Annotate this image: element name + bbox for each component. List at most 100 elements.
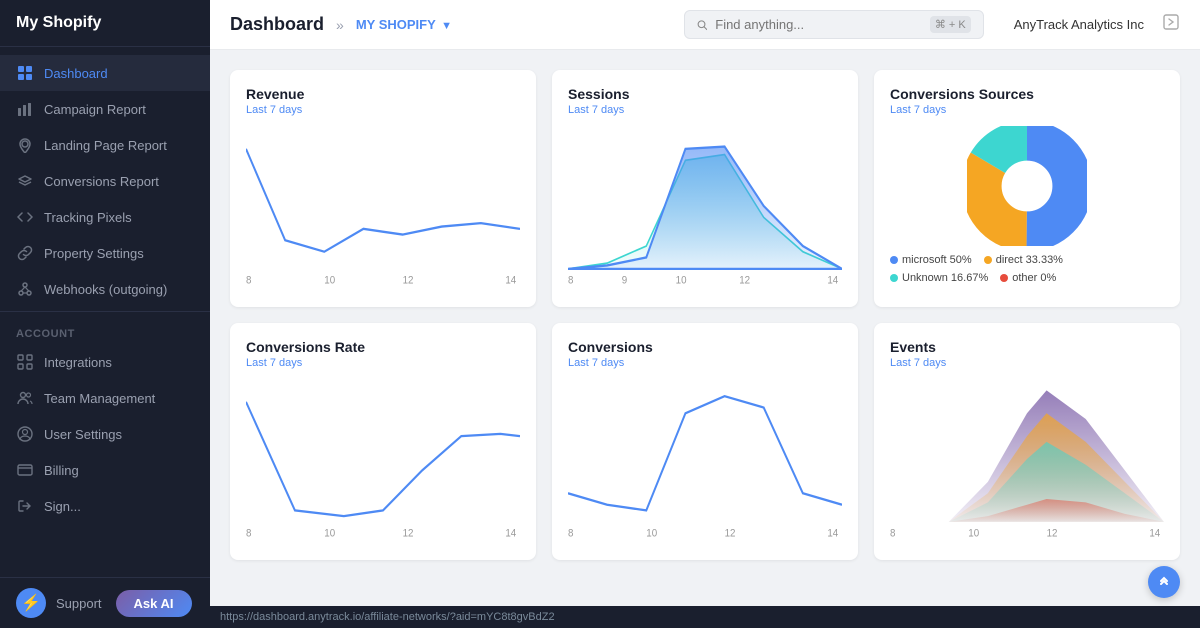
sidebar-bottom: ⚡ Support Ask AI [0, 577, 210, 628]
sidebar-item-team[interactable]: Team Management [0, 380, 210, 416]
conversions-chart: 8 10 12 14 [568, 379, 842, 539]
conversions-sources-title: Conversions Sources [890, 86, 1164, 102]
events-card: Events Last 7 days [874, 323, 1180, 560]
page-title: Dashboard [230, 14, 324, 35]
webhook-icon [16, 280, 34, 298]
sidebar-nav: Dashboard Campaign Report Landing Page R… [0, 47, 210, 577]
scroll-button[interactable] [1148, 566, 1180, 598]
sidebar-item-user-settings[interactable]: User Settings [0, 416, 210, 452]
bar-chart-icon [16, 100, 34, 118]
sidebar-item-label: Dashboard [44, 66, 108, 81]
pie-chart [967, 126, 1087, 246]
legend-label-microsoft: microsoft 50% [902, 254, 972, 266]
sidebar-item-label: Tracking Pixels [44, 210, 132, 225]
legend-dot-microsoft [890, 256, 898, 264]
integrations-icon [16, 353, 34, 371]
search-input[interactable] [715, 17, 922, 32]
revenue-title: Revenue [246, 86, 520, 102]
svg-text:12: 12 [739, 274, 750, 286]
support-icon: ⚡ [16, 588, 46, 618]
legend-other: other 0% [1000, 272, 1056, 284]
svg-text:8: 8 [246, 274, 252, 286]
svg-text:8: 8 [568, 527, 574, 539]
svg-text:10: 10 [968, 527, 979, 539]
conversions-subtitle: Last 7 days [568, 357, 842, 369]
sidebar-item-conversions[interactable]: Conversions Report [0, 163, 210, 199]
search-shortcut: ⌘ + K [930, 16, 971, 33]
sidebar-item-tracking[interactable]: Tracking Pixels [0, 199, 210, 235]
svg-text:12: 12 [1047, 527, 1058, 539]
legend-dot-direct [984, 256, 992, 264]
svg-text:12: 12 [403, 527, 414, 539]
sidebar-item-integrations[interactable]: Integrations [0, 344, 210, 380]
app-logo: My Shopify [0, 0, 210, 47]
svg-text:14: 14 [827, 274, 838, 286]
svg-text:14: 14 [827, 527, 838, 539]
sidebar-item-landing[interactable]: Landing Page Report [0, 127, 210, 163]
conversions-rate-card: Conversions Rate Last 7 days 8 10 12 14 [230, 323, 536, 560]
revenue-card: Revenue Last 7 days 8 10 12 14 [230, 70, 536, 307]
sidebar-item-label: Webhooks (outgoing) [44, 282, 167, 297]
account-section-label: Account [0, 316, 210, 344]
code-icon [16, 208, 34, 226]
sidebar-item-campaign[interactable]: Campaign Report [0, 91, 210, 127]
revenue-subtitle: Last 7 days [246, 104, 520, 116]
user-circle-icon [16, 425, 34, 443]
legend-label-direct: direct 33.33% [996, 254, 1063, 266]
sidebar-item-label: User Settings [44, 427, 122, 442]
sidebar-item-label: Team Management [44, 391, 155, 406]
conversions-sources-card: Conversions Sources Last 7 days [874, 70, 1180, 307]
conversions-sources-subtitle: Last 7 days [890, 104, 1164, 116]
pie-legend: microsoft 50% direct 33.33% Unknown 16.6… [890, 254, 1164, 284]
sidebar-item-label: Integrations [44, 355, 112, 370]
events-chart: 8 10 12 14 [890, 379, 1164, 539]
svg-text:14: 14 [505, 527, 516, 539]
legend-microsoft: microsoft 50% [890, 254, 972, 266]
events-title: Events [890, 339, 1164, 355]
conversions-title: Conversions [568, 339, 842, 355]
sidebar-item-webhooks[interactable]: Webhooks (outgoing) [0, 271, 210, 307]
svg-text:14: 14 [505, 274, 516, 286]
dropdown-arrow-icon[interactable]: ▼ [441, 20, 452, 32]
legend-dot-unknown [890, 274, 898, 282]
conversions-rate-title: Conversions Rate [246, 339, 520, 355]
sidebar-item-label: Conversions Report [44, 174, 159, 189]
conversions-rate-chart: 8 10 12 14 [246, 379, 520, 539]
sessions-card: Sessions Last 7 days [552, 70, 858, 307]
svg-text:14: 14 [1149, 527, 1160, 539]
cards-grid: Revenue Last 7 days 8 10 12 14 [230, 70, 1180, 560]
sidebar-item-billing[interactable]: Billing [0, 452, 210, 488]
link-icon [16, 244, 34, 262]
sidebar-item-dashboard[interactable]: Dashboard [0, 55, 210, 91]
sidebar-item-label: Property Settings [44, 246, 144, 261]
legend-unknown: Unknown 16.67% [890, 272, 988, 284]
search-bar[interactable]: ⌘ + K [684, 10, 984, 39]
status-bar: https://dashboard.anytrack.io/affiliate-… [210, 606, 1200, 628]
sidebar-divider [0, 311, 210, 312]
sidebar-item-signout[interactable]: Sign... [0, 488, 210, 524]
chevron-icon [1156, 574, 1172, 590]
logout-icon [16, 497, 34, 515]
sidebar-item-label: Landing Page Report [44, 138, 167, 153]
exit-icon[interactable] [1162, 13, 1180, 36]
sessions-title: Sessions [568, 86, 842, 102]
svg-text:12: 12 [725, 527, 736, 539]
sidebar-item-label: Campaign Report [44, 102, 146, 117]
legend-label-other: other 0% [1012, 272, 1056, 284]
users-icon [16, 389, 34, 407]
sidebar-item-label: Billing [44, 463, 79, 478]
legend-direct: direct 33.33% [984, 254, 1063, 266]
sidebar-item-label: Sign... [44, 499, 81, 514]
legend-label-unknown: Unknown 16.67% [902, 272, 988, 284]
sidebar: My Shopify Dashboard Campaign Report Lan… [0, 0, 210, 628]
svg-text:12: 12 [403, 274, 414, 286]
svg-text:10: 10 [324, 527, 335, 539]
breadcrumb: MY SHOPIFY ▼ [356, 17, 452, 32]
svg-text:10: 10 [676, 274, 687, 286]
svg-text:8: 8 [890, 527, 896, 539]
layers-icon [16, 172, 34, 190]
ask-ai-button[interactable]: Ask AI [116, 590, 192, 617]
conversions-rate-subtitle: Last 7 days [246, 357, 520, 369]
sidebar-item-property[interactable]: Property Settings [0, 235, 210, 271]
svg-text:10: 10 [324, 274, 335, 286]
